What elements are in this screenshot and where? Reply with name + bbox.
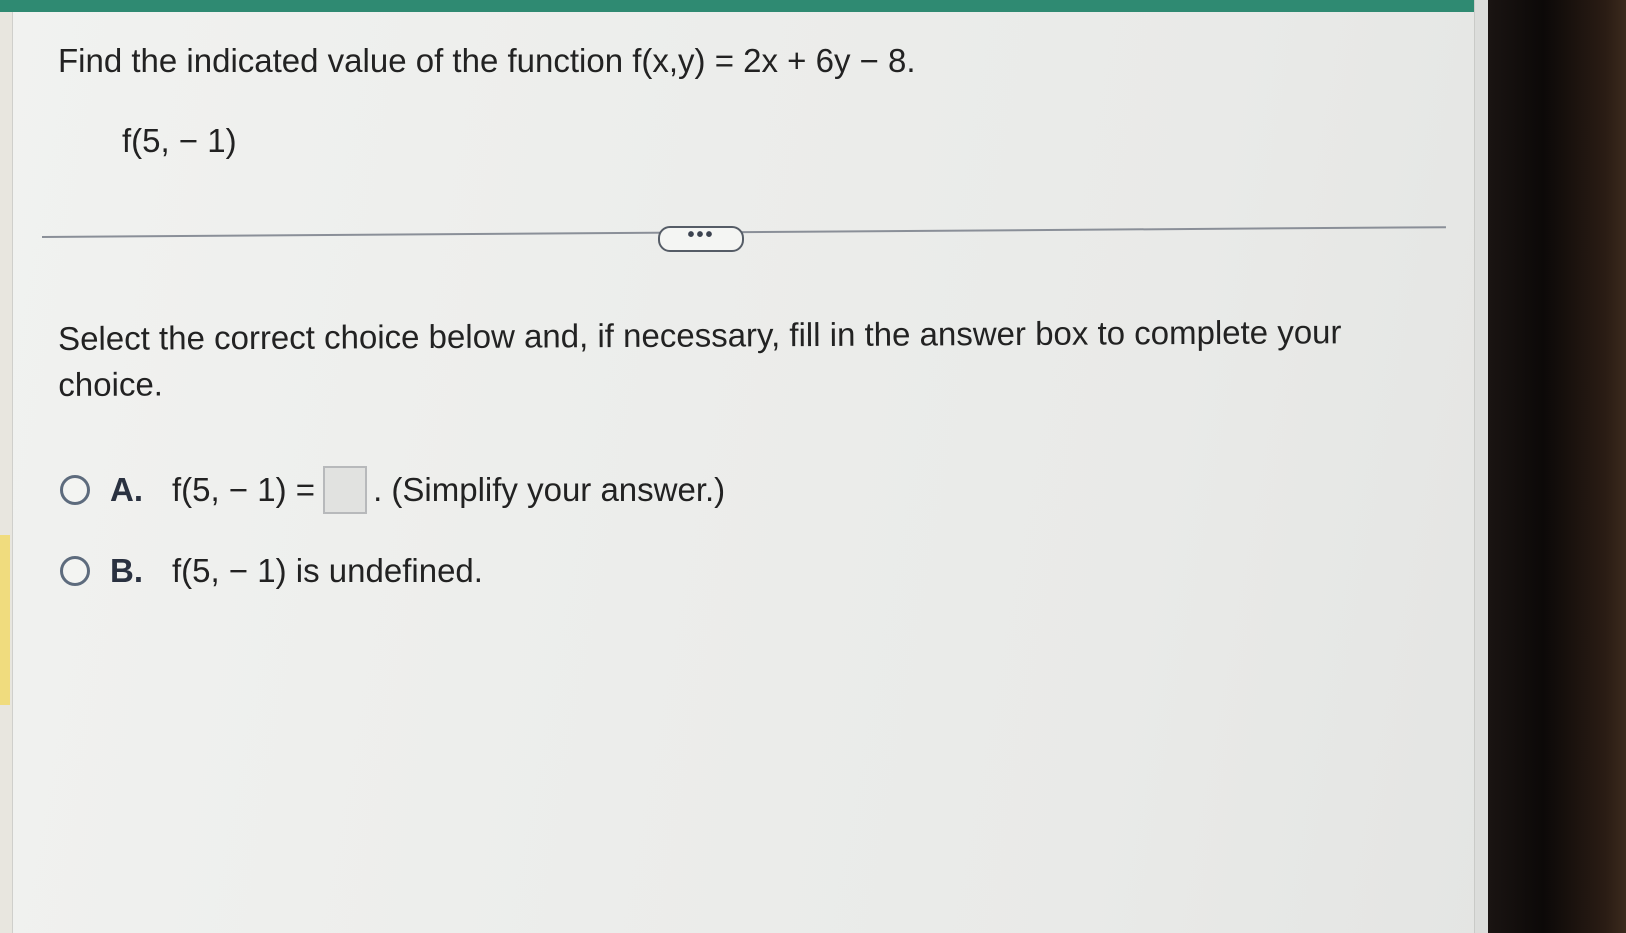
answer-box[interactable] <box>323 466 368 514</box>
monitor-bezel <box>1488 0 1626 933</box>
question-prompt: Find the indicated value of the function… <box>58 42 916 79</box>
top-band <box>0 0 1488 12</box>
choice-a-text-after: . (Simplify your answer.) <box>373 471 726 508</box>
choice-a[interactable]: A. f(5, − 1) = . (Simplify your answer.) <box>60 466 725 514</box>
choice-b-letter: B. <box>110 552 143 589</box>
choice-b-radio[interactable] <box>60 556 90 586</box>
more-button[interactable]: ••• <box>658 225 744 252</box>
choice-b-text: f(5, − 1) is undefined. <box>172 552 483 589</box>
choice-a-radio[interactable] <box>60 475 90 505</box>
question-expression: f(5, − 1) <box>122 122 237 159</box>
screen: Find the indicated value of the function… <box>0 0 1489 933</box>
choice-a-text-before: f(5, − 1) = <box>172 471 316 508</box>
choice-b[interactable]: B. f(5, − 1) is undefined. <box>60 552 483 590</box>
choice-a-letter: A. <box>110 471 143 508</box>
instructions: Select the correct choice below and, if … <box>58 313 1342 403</box>
left-edge <box>0 12 13 933</box>
right-panel <box>1474 0 1489 933</box>
left-highlight <box>0 535 10 705</box>
